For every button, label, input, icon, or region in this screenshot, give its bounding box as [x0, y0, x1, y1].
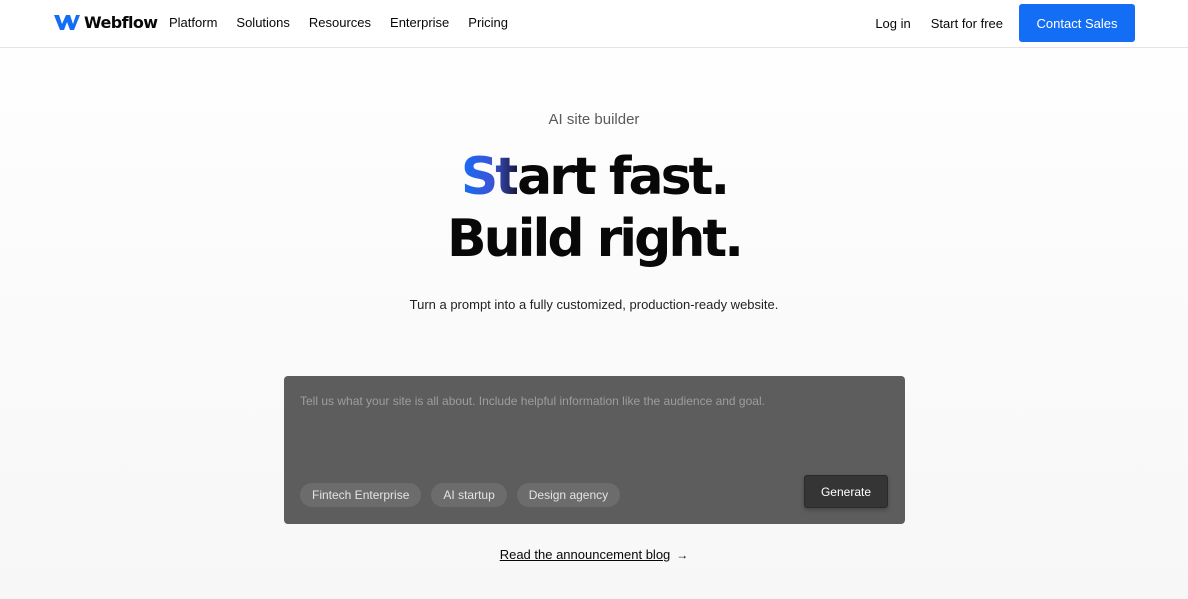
hero-eyebrow: AI site builder — [548, 111, 640, 128]
headline-line-1-rest: art fast. — [517, 147, 730, 207]
top-nav: Webflow Platform Solutions Resources Ent… — [0, 0, 1188, 48]
contact-sales-button[interactable]: Contact Sales — [1019, 4, 1135, 42]
nav-link-enterprise[interactable]: Enterprise — [390, 15, 449, 30]
nav-link-pricing[interactable]: Pricing — [468, 15, 508, 30]
announcement-link[interactable]: Read the announcement blog — [500, 547, 671, 562]
nav-link-resources[interactable]: Resources — [309, 15, 371, 30]
prompt-input[interactable]: Tell us what your site is all about. Inc… — [300, 394, 860, 408]
login-link[interactable]: Log in — [875, 16, 910, 31]
announcement: Read the announcement blog → — [0, 547, 1188, 562]
headline-line-1: Start fast. — [0, 146, 1188, 208]
start-free-link[interactable]: Start for free — [931, 16, 1003, 31]
hero-headline: Start fast. Build right. — [0, 146, 1188, 270]
nav-actions: Log in Start for free Contact Sales — [875, 4, 1135, 42]
example-chips: Fintech Enterprise AI startup Design age… — [300, 483, 630, 507]
hero-subtitle: Turn a prompt into a fully customized, p… — [409, 297, 779, 312]
arrow-right-icon: → — [676, 548, 689, 562]
chip-fintech-enterprise[interactable]: Fintech Enterprise — [300, 483, 422, 507]
prompt-box: Tell us what your site is all about. Inc… — [284, 376, 905, 524]
generate-button[interactable]: Generate — [804, 475, 888, 508]
chip-design-agency[interactable]: Design agency — [516, 483, 621, 507]
brand-name: Webflow — [84, 12, 158, 32]
nav-link-solutions[interactable]: Solutions — [236, 15, 289, 30]
webflow-logo-icon — [54, 14, 80, 30]
headline-accent: St — [460, 147, 520, 207]
primary-nav: Platform Solutions Resources Enterprise … — [169, 15, 527, 30]
chip-ai-startup[interactable]: AI startup — [431, 483, 507, 507]
headline-line-2: Build right. — [447, 209, 744, 269]
webflow-logo[interactable]: Webflow — [54, 11, 158, 33]
nav-link-platform[interactable]: Platform — [169, 15, 217, 30]
